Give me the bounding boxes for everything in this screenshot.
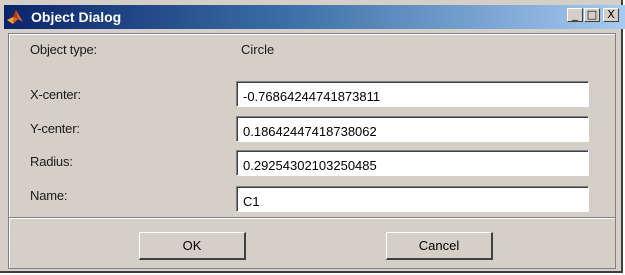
close-button[interactable]: X xyxy=(603,8,619,22)
button-bar xyxy=(8,217,616,269)
name-field[interactable] xyxy=(236,186,589,212)
cancel-button[interactable]: Cancel xyxy=(386,232,493,260)
restore-button[interactable]: □ xyxy=(584,8,600,22)
object-dialog-window: Object Dialog _ □ X Object type: Circle … xyxy=(0,0,625,273)
radius-field[interactable] xyxy=(236,150,589,176)
radius-label: Radius: xyxy=(30,154,73,169)
matlab-logo-icon xyxy=(6,8,24,26)
x-center-label: X-center: xyxy=(30,87,81,102)
window-title: Object Dialog xyxy=(31,9,122,25)
y-center-field[interactable] xyxy=(236,116,589,142)
x-center-field[interactable] xyxy=(236,81,589,107)
object-type-value: Circle xyxy=(241,42,275,57)
name-label: Name: xyxy=(30,188,68,203)
y-center-label: Y-center: xyxy=(30,121,80,136)
title-bar[interactable]: Object Dialog _ □ X xyxy=(4,5,625,29)
minimize-button[interactable]: _ xyxy=(567,8,583,22)
object-type-label: Object type: xyxy=(30,42,97,57)
ok-button[interactable]: OK xyxy=(139,232,246,260)
